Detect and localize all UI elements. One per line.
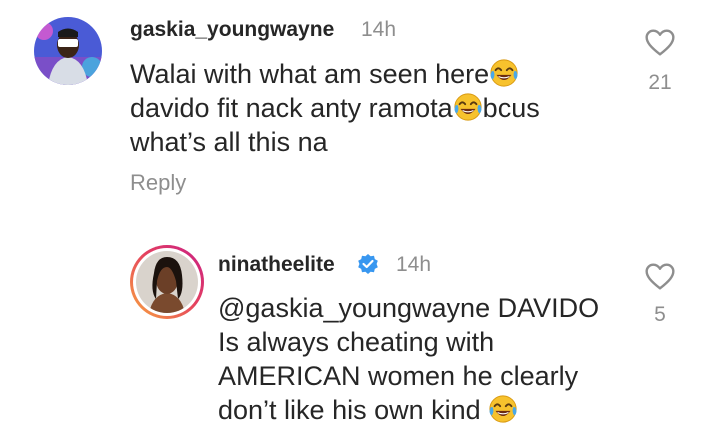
comment-thread: gaskia_youngwayne 14h Walai with what am… xyxy=(0,0,719,427)
avatar[interactable] xyxy=(34,17,102,85)
face-with-tears-of-joy-emoji xyxy=(488,394,518,424)
comment-line: what’s all this na xyxy=(130,127,328,157)
comment-line: Walai with what am seen here xyxy=(130,57,540,91)
like-button[interactable] xyxy=(644,27,676,64)
heart-outline-icon xyxy=(644,261,676,293)
verified-badge-icon xyxy=(358,254,378,274)
mention-link[interactable]: @gaskia_youngwayne xyxy=(218,293,490,323)
comment-line: Is always cheating with xyxy=(218,327,495,357)
reply-timestamp: 14h xyxy=(396,253,432,276)
comment-line: @gaskia_youngwayne DAVIDO xyxy=(218,293,600,323)
face-with-tears-of-joy-emoji xyxy=(453,92,483,122)
comment-username[interactable]: gaskia_youngwayne xyxy=(130,18,334,42)
heart-outline-icon xyxy=(644,27,676,59)
like-count: 5 xyxy=(654,303,666,326)
like-count: 21 xyxy=(648,71,672,94)
comment-line: davido fit nack anty ramota bcus xyxy=(130,92,540,123)
reply-button[interactable]: Reply xyxy=(130,170,186,196)
comment-timestamp: 14h xyxy=(361,18,397,41)
face-with-tears-of-joy-emoji xyxy=(489,58,519,88)
story-ring xyxy=(130,245,204,319)
avatar[interactable] xyxy=(128,243,206,321)
comment-line: don’t like his own kind xyxy=(218,393,599,427)
reply-body: @gaskia_youngwayne DAVIDO Is always chea… xyxy=(218,291,599,427)
reply-username[interactable]: ninatheelite xyxy=(218,253,335,277)
comment-line: AMERICAN women he clearly xyxy=(218,361,579,391)
like-button[interactable] xyxy=(644,261,676,298)
comment-body: Walai with what am seen here davido fit … xyxy=(130,57,540,159)
